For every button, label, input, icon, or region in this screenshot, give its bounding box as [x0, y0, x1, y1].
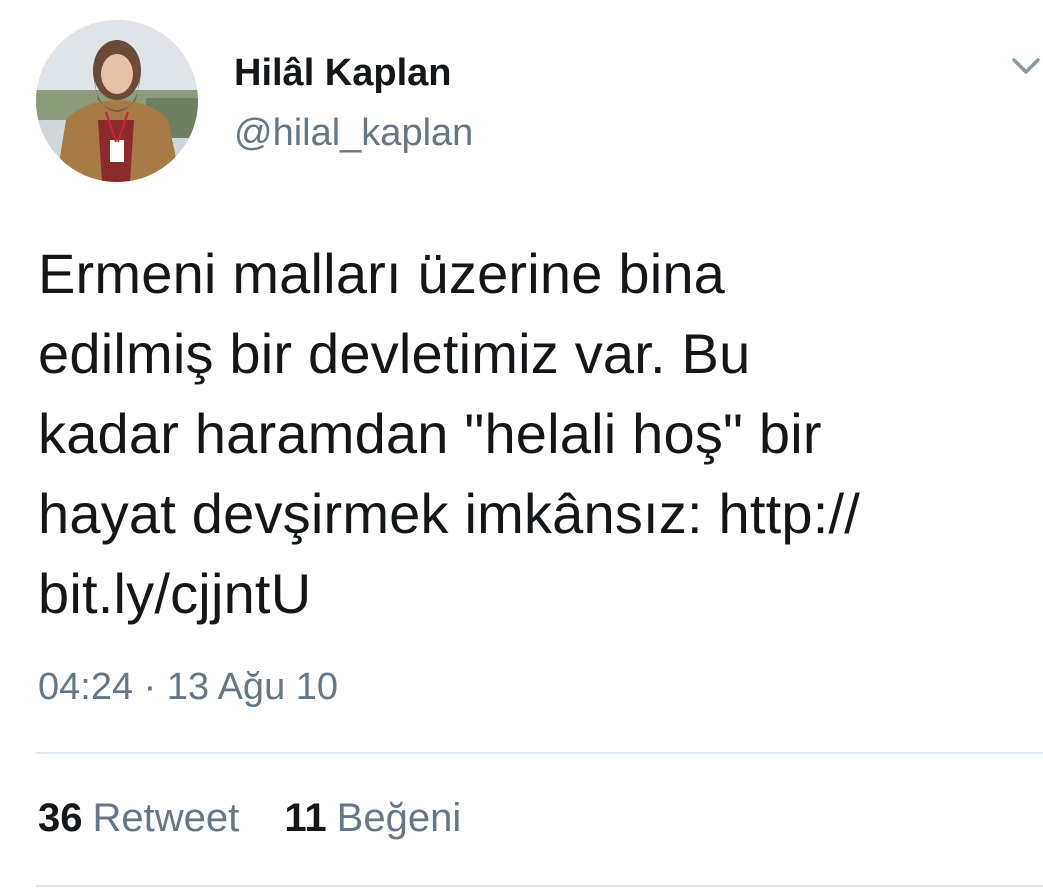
retweet-count: 36 [38, 796, 83, 840]
display-name[interactable]: Hilâl Kaplan [234, 52, 452, 95]
chevron-down-icon[interactable] [1008, 48, 1043, 84]
avatar[interactable] [36, 20, 198, 182]
tweet-stats: 36 Retweet 11 Beğeni [38, 796, 495, 841]
tweet-line: edilmiş bir devletimiz var. Bu [38, 322, 751, 385]
profile-photo-icon [36, 20, 198, 182]
like-count-link[interactable]: 11 Beğeni [284, 796, 461, 841]
like-label: Beğeni [336, 796, 462, 840]
user-handle[interactable]: @hilal_kaplan [234, 112, 473, 155]
like-count: 11 [284, 796, 327, 840]
tweet-line: Ermeni malları üzerine bina [38, 242, 726, 305]
tweet-link[interactable]: bit.ly/cjjntU [38, 554, 1018, 634]
divider [36, 885, 1043, 887]
divider [36, 752, 1043, 754]
tweet-timestamp: 04:24 · 13 Ağu 10 [38, 666, 339, 708]
retweet-label: Retweet [92, 796, 240, 840]
retweet-count-link[interactable]: 36 Retweet [38, 796, 239, 841]
tweet-line: kadar haramdan "helali hoş" bir [38, 402, 822, 465]
tweet-line[interactable]: hayat devşirmek imkânsız: http:// [38, 474, 1018, 554]
tweet-text: Ermeni malları üzerine bina edilmiş bir … [38, 234, 1018, 634]
